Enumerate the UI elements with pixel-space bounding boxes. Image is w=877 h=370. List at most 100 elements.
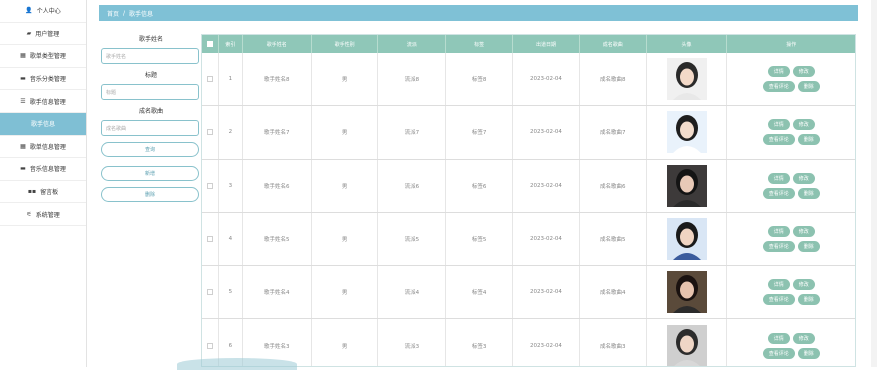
apps-icon: ▪▪ (27, 188, 37, 196)
edit-button[interactable]: 修改 (792, 332, 815, 344)
row-select-cell (202, 212, 219, 266)
cell-avatar (647, 53, 728, 106)
cell-actions: 详情 修改查看评论 删除 (727, 53, 855, 105)
title-search-input[interactable]: 标题 (101, 84, 199, 100)
edit-button[interactable]: 修改 (792, 119, 815, 131)
row-select-cell (202, 159, 219, 212)
row-checkbox[interactable] (206, 182, 213, 189)
row-checkbox[interactable] (206, 76, 213, 83)
cell-tag: 标签3 (446, 319, 514, 366)
detail-button[interactable]: 详情 (767, 279, 790, 291)
edit-button[interactable]: 修改 (792, 226, 815, 238)
list-icon: ☰ (20, 97, 26, 105)
cell-tag: 标签4 (446, 266, 514, 319)
cell-name: 歌手姓名8 (243, 53, 312, 106)
table-row: 3 歌手姓名6 男流派6 标签6 2023-02-04 成名歌曲6 详情 修改 查看评论 删除 (202, 159, 855, 213)
comments-button[interactable]: 查看评论 (762, 294, 795, 306)
breadcrumb-home[interactable]: 首页 (107, 9, 119, 18)
sidebar-item-4[interactable]: ☰ 歌手信息管理 (0, 90, 86, 113)
sidebar-item-3[interactable]: ▬ 音乐分类管理 (0, 68, 86, 91)
sidebar-item-label: 音乐分类管理 (29, 76, 66, 84)
row-checkbox[interactable] (206, 236, 213, 243)
edit-button[interactable]: 修改 (792, 172, 815, 184)
comments-button[interactable]: 查看评论 (762, 81, 795, 93)
sidebar-item-5[interactable]: 歌手信息 (0, 112, 86, 136)
main-content: 首页 / 歌手信息 歌手姓名 歌手姓名 标题 标题 成名歌曲 成名歌曲 查询 新… (87, 0, 877, 370)
cell-genre: 流派6 (378, 159, 447, 212)
row-select-cell (202, 266, 219, 319)
cell-song: 成名歌曲6 (580, 159, 647, 212)
delete-button[interactable]: 删除 (101, 187, 199, 202)
cell-actions: 详情 修改查看评论 删除 (727, 160, 855, 212)
delete-button[interactable]: 删除 (797, 134, 820, 146)
cell-name: 歌手姓名4 (243, 266, 312, 319)
delete-button[interactable]: 删除 (797, 81, 820, 93)
row-select-cell (202, 106, 219, 159)
title-label: 标题 (144, 72, 157, 79)
sidebar-item-6[interactable]: ▦ 歌单信息管理 (0, 136, 86, 159)
row-checkbox[interactable] (206, 289, 213, 296)
breadcrumb-current: 歌手信息 (129, 10, 154, 18)
monitor-icon: ▬ (20, 165, 26, 173)
delete-button[interactable]: 删除 (797, 347, 820, 359)
add-button[interactable]: 新增 (101, 166, 199, 181)
search-button[interactable]: 查询 (101, 142, 199, 157)
cell-index: 3 (219, 159, 243, 212)
avatar (666, 111, 707, 154)
row-checkbox[interactable] (206, 342, 213, 349)
cell-index: 2 (219, 106, 243, 159)
detail-button[interactable]: 详情 (767, 332, 790, 344)
cell-date: 2023-02-04 (513, 266, 580, 319)
column-header-5: 标签 (446, 35, 514, 53)
song-label: 成名歌曲 (138, 108, 163, 115)
avatar (666, 271, 707, 314)
search-form: 歌手姓名 歌手姓名 标题 标题 成名歌曲 成名歌曲 查询 新增 删除 (101, 34, 201, 202)
delete-button[interactable]: 删除 (797, 294, 820, 306)
sidebar-item-9[interactable]: ⚟ 系统管理 (0, 203, 86, 226)
comments-button[interactable]: 查看评论 (762, 241, 795, 253)
cell-name: 歌手姓名5 (243, 212, 312, 266)
grid-icon: ▦ (20, 52, 26, 60)
song-search-input[interactable]: 成名歌曲 (101, 120, 199, 136)
cell-date: 2023-02-04 (513, 319, 580, 366)
delete-button[interactable]: 删除 (797, 187, 820, 199)
avatar (666, 324, 707, 366)
comments-button[interactable]: 查看评论 (762, 347, 795, 359)
detail-button[interactable]: 详情 (767, 66, 790, 78)
briefcase-icon: ▰ (26, 29, 32, 37)
sidebar-item-8[interactable]: ▪▪ 留言板 (0, 181, 86, 204)
cell-date: 2023-02-04 (513, 212, 580, 266)
sidebar-item-label: 用户管理 (35, 30, 60, 38)
cell-gender: 男 (312, 106, 379, 159)
select-all-checkbox[interactable] (206, 41, 213, 47)
column-header-0[interactable] (202, 35, 219, 53)
sidebar-item-2[interactable]: ▦ 歌单类型管理 (0, 45, 86, 68)
column-header-1: 索引 (219, 35, 243, 53)
sidebar-item-7[interactable]: ▬ 音乐信息管理 (0, 158, 86, 181)
scrollbar[interactable] (871, 0, 877, 367)
cell-name: 歌手姓名7 (243, 106, 312, 159)
comments-button[interactable]: 查看评论 (762, 134, 795, 146)
cell-actions: 详情 修改查看评论 删除 (727, 213, 855, 265)
cell-song: 成名歌曲8 (580, 53, 647, 106)
sidebar-item-0[interactable]: 👤 个人中心 (0, 0, 86, 23)
cell-date: 2023-02-04 (513, 159, 580, 212)
cell-avatar (647, 106, 728, 159)
table-row: 5 歌手姓名4 男流派4 标签4 2023-02-04 成名歌曲4 详情 修改 查看评论 删除 (202, 266, 855, 320)
sidebar-item-1[interactable]: ▰ 用户管理 (0, 23, 86, 46)
delete-button[interactable]: 删除 (797, 241, 820, 253)
name-search-input[interactable]: 歌手姓名 (101, 48, 199, 64)
comments-button[interactable]: 查看评论 (762, 187, 795, 199)
column-header-2: 歌手姓名 (243, 35, 312, 53)
detail-button[interactable]: 详情 (767, 226, 790, 238)
detail-button[interactable]: 详情 (767, 172, 790, 184)
cell-gender: 男 (312, 319, 379, 366)
edit-button[interactable]: 修改 (792, 279, 815, 291)
edit-button[interactable]: 修改 (792, 66, 815, 78)
cell-actions: 详情 修改查看评论 删除 (727, 106, 855, 158)
sidebar-item-label: 歌手信息管理 (29, 98, 66, 106)
detail-button[interactable]: 详情 (767, 119, 790, 131)
table-row: 2 歌手姓名7 男流派7 标签7 2023-02-04 成名歌曲7 详情 修改 查看评论 删除 (202, 106, 855, 160)
row-checkbox[interactable] (206, 129, 213, 136)
breadcrumb: 首页 / 歌手信息 (99, 5, 858, 21)
